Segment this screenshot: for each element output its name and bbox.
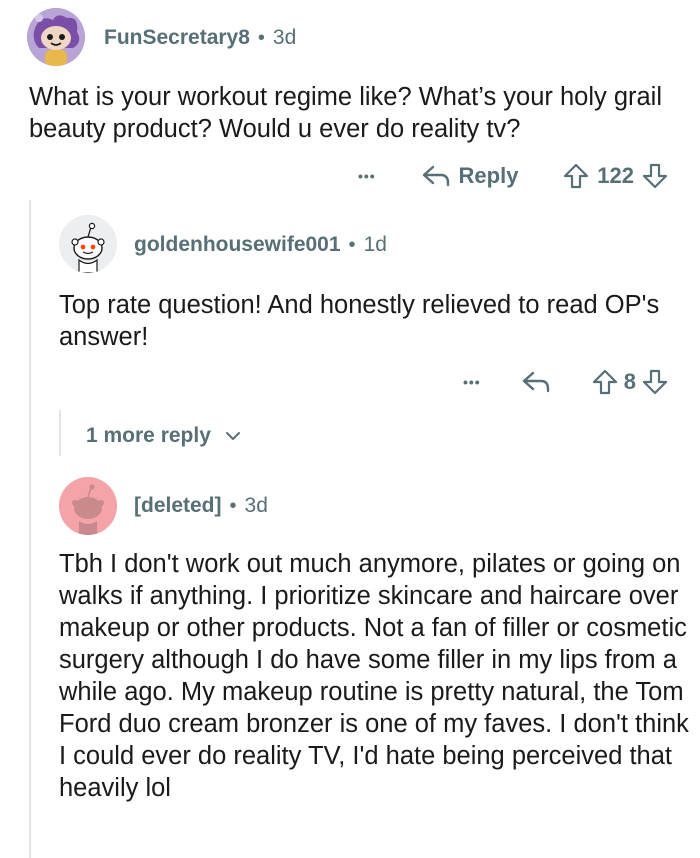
vote-score: 122 bbox=[597, 163, 634, 188]
vote-score: 8 bbox=[623, 369, 636, 394]
separator-dot: • bbox=[348, 233, 356, 256]
default-snoo-icon bbox=[59, 215, 117, 273]
reply-button[interactable]: Reply bbox=[421, 163, 519, 189]
timestamp[interactable]: 3d bbox=[273, 26, 296, 50]
comment-body: Top rate question! And honestly relieved… bbox=[59, 291, 660, 351]
avatar[interactable] bbox=[59, 215, 117, 273]
username[interactable]: goldenhousewife001 bbox=[134, 233, 341, 257]
timestamp[interactable]: 3d bbox=[245, 494, 268, 518]
reply-arrow-icon bbox=[422, 165, 449, 187]
vote-controls: 122 bbox=[563, 163, 668, 189]
comment-meta: [deleted] • 3d bbox=[134, 494, 268, 518]
upvote-icon[interactable] bbox=[563, 163, 589, 189]
comment-body: Tbh I don't work out much anymore, pilat… bbox=[59, 550, 689, 802]
comment-meta: goldenhousewife001 • 1d bbox=[134, 233, 387, 257]
separator-dot: • bbox=[257, 26, 265, 49]
downvote-icon[interactable] bbox=[642, 369, 668, 395]
upvote-icon[interactable] bbox=[592, 369, 618, 395]
avatar[interactable] bbox=[27, 8, 85, 66]
comment-body: What is your workout regime like? What’s… bbox=[29, 83, 663, 143]
username: [deleted] bbox=[134, 494, 222, 517]
reply-label: Reply bbox=[458, 163, 519, 188]
more-replies-label: 1 more reply bbox=[86, 424, 211, 447]
downvote-icon[interactable] bbox=[642, 163, 668, 189]
comment-actions: ••• Reply 122 bbox=[358, 160, 668, 192]
comment-actions: ••• 8 bbox=[463, 367, 668, 397]
vote-controls: 8 bbox=[592, 369, 668, 395]
thread-line[interactable] bbox=[29, 200, 31, 858]
more-options-button[interactable]: ••• bbox=[463, 374, 481, 390]
chevron-down-icon bbox=[225, 432, 240, 440]
separator-dot: • bbox=[229, 494, 237, 517]
avatar[interactable] bbox=[59, 477, 117, 535]
timestamp[interactable]: 1d bbox=[364, 233, 387, 257]
snoo-avatar-icon bbox=[27, 8, 85, 66]
deleted-user-icon bbox=[59, 477, 117, 535]
thread-line[interactable] bbox=[59, 410, 61, 456]
more-replies-button[interactable]: 1 more reply bbox=[86, 424, 241, 448]
comment-meta: FunSecretary8 • 3d bbox=[104, 26, 296, 50]
reply-arrow-icon[interactable] bbox=[521, 370, 551, 394]
username[interactable]: FunSecretary8 bbox=[104, 26, 250, 50]
more-options-button[interactable]: ••• bbox=[358, 168, 376, 184]
